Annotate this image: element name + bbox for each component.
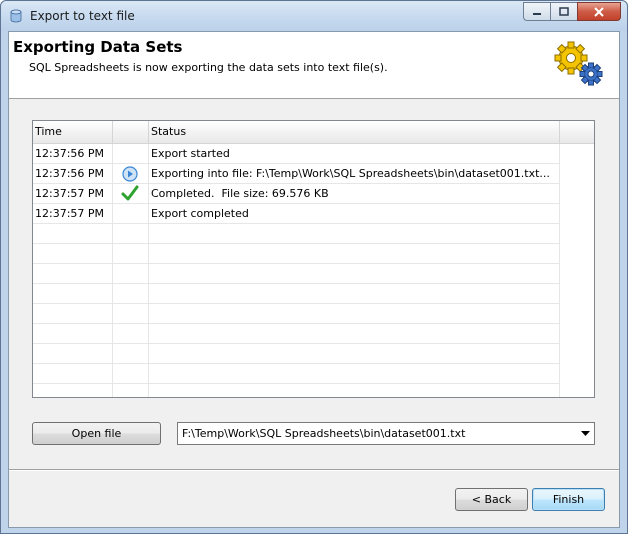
time-cell: 12:37:57 PM [35,207,105,220]
time-cell: 12:37:56 PM [35,167,105,180]
table-row[interactable]: 12:37:57 PM Export completed [33,204,559,224]
table-row[interactable]: 12:37:56 PM Export started [33,144,559,164]
empty-row [33,364,559,384]
maximize-icon [559,7,569,16]
dialog-client: Exporting Data Sets SQL Spreadsheets is … [8,31,620,528]
maximize-button[interactable] [550,2,577,21]
minimize-button[interactable] [523,2,550,21]
grid-body: 12:37:56 PM Export started 12:37:56 PM E… [33,144,594,397]
empty-row [33,344,559,364]
empty-row [33,244,559,264]
empty-row [33,304,559,324]
wizard-header: Exporting Data Sets SQL Spreadsheets is … [9,32,619,99]
output-file-select[interactable]: F:\Temp\Work\SQL Spreadsheets\bin\datase… [177,422,595,445]
window-title: Export to text file [30,9,135,23]
empty-row [33,224,559,244]
footer-separator [9,469,619,471]
finish-button[interactable]: Finish [532,488,605,511]
export-log-grid[interactable]: Time Status 12:37:56 PM Export started 1… [32,120,595,398]
status-cell: Completed. File size: 69.576 KB [151,187,329,200]
status-cell: Export started [151,147,230,160]
dialog-window: Export to text file Exporting Data Sets … [0,0,628,534]
column-header-time[interactable]: Time [33,121,113,143]
table-row[interactable]: 12:37:57 PM Completed. File size: 69.576… [33,184,559,204]
time-cell: 12:37:56 PM [35,147,105,160]
page-subtitle: SQL Spreadsheets is now exporting the da… [29,61,388,74]
grid-header: Time Status [33,121,594,144]
status-cell: Export completed [151,207,249,220]
column-header-status[interactable]: Status [149,121,560,143]
grid-right-gutter [559,144,594,397]
back-button[interactable]: < Back [455,488,528,511]
empty-row [33,284,559,304]
column-header-icon[interactable] [113,121,149,143]
open-file-button[interactable]: Open file [32,422,161,445]
status-cell: Exporting into file: F:\Temp\Work\SQL Sp… [151,167,550,180]
close-icon [594,6,604,17]
output-file-value: F:\Temp\Work\SQL Spreadsheets\bin\datase… [182,427,466,440]
empty-row [33,324,559,344]
close-button[interactable] [577,2,621,21]
title-bar[interactable]: Export to text file [1,1,627,31]
table-row[interactable]: 12:37:56 PM Exporting into file: F:\Temp… [33,164,559,184]
page-title: Exporting Data Sets [13,38,183,56]
play-circle-icon [122,166,138,185]
time-cell: 12:37:57 PM [35,187,105,200]
database-icon [8,8,24,24]
dropdown-arrow-icon[interactable] [576,423,594,444]
checkmark-icon [121,185,139,204]
minimize-icon [533,12,541,15]
gears-icon [554,41,603,86]
empty-row [33,264,559,284]
